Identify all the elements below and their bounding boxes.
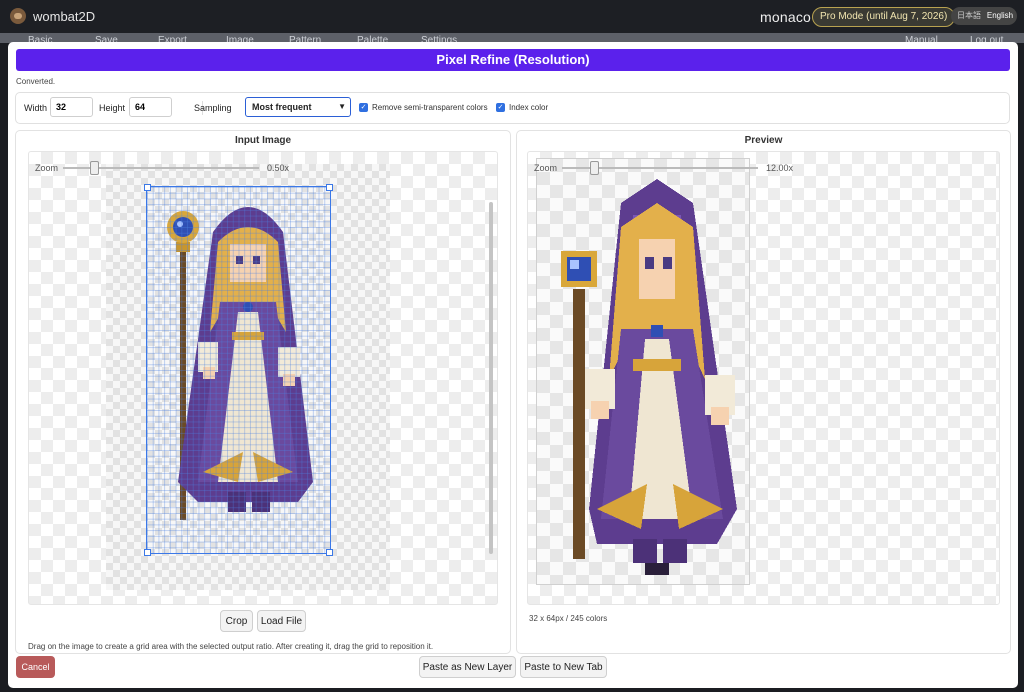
grid-handle-tr[interactable] [326, 184, 333, 191]
height-label: Height [99, 103, 126, 113]
grid-handle-bl[interactable] [144, 549, 151, 556]
input-image-panel: Input Image Zoom 0.50x Crop Load File Dr… [15, 130, 511, 654]
input-viewport[interactable]: Zoom 0.50x [28, 151, 498, 605]
grid-handle-br[interactable] [326, 549, 333, 556]
settings-bar: Width Height Sampling Most frequent ▼ ✓ … [15, 92, 1010, 124]
grid-handle-tl[interactable] [144, 184, 151, 191]
crop-button[interactable]: Crop [220, 610, 253, 632]
height-input[interactable] [129, 97, 172, 117]
check-icon: ✓ [497, 104, 504, 111]
paste-new-tab-button[interactable]: Paste to New Tab [520, 656, 607, 678]
preview-zoom-thumb[interactable] [590, 161, 599, 175]
remove-semi-label: Remove semi-transparent colors [372, 103, 488, 112]
hint-text: Drag on the image to create a grid area … [28, 642, 434, 651]
index-color-checkbox[interactable]: ✓ [496, 103, 505, 112]
sampling-label: Sampling [194, 103, 232, 113]
project-name: monaco [760, 9, 812, 25]
result-info: 32 x 64px / 245 colors [529, 614, 608, 623]
chevron-down-icon: ▼ [338, 102, 346, 111]
lang-en[interactable]: English [986, 7, 1014, 25]
status-text: Converted. [16, 77, 56, 86]
preview-title: Preview [744, 135, 783, 146]
dialog-title: Pixel Refine (Resolution) [16, 49, 1010, 71]
lang-ja[interactable]: 日本語 [957, 7, 981, 25]
preview-zoom-value: 12.00x [766, 163, 794, 173]
input-image-title: Input Image [234, 135, 292, 146]
cancel-button[interactable]: Cancel [16, 656, 55, 678]
input-image[interactable] [106, 164, 390, 590]
paste-new-layer-button[interactable]: Paste as New Layer [419, 656, 516, 678]
sampling-value: Most frequent [252, 102, 312, 112]
input-zoom-label: Zoom [35, 163, 59, 173]
input-zoom-value: 0.50x [267, 163, 290, 173]
preview-image [536, 158, 750, 585]
app-header: wombat2D monaco Pro Mode (until Aug 7, 2… [0, 0, 1024, 33]
check-icon: ✓ [360, 104, 367, 111]
wombat-icon [10, 8, 26, 24]
remove-semi-checkbox[interactable]: ✓ [359, 103, 368, 112]
width-label: Width [24, 103, 48, 113]
preview-panel: Preview Zoom 12.00x 32 x 64px / 245 colo… [516, 130, 1011, 654]
pro-mode-badge[interactable]: Pro Mode (until Aug 7, 2026) [812, 7, 956, 27]
input-zoom-thumb[interactable] [90, 161, 99, 175]
app-title: wombat2D [33, 9, 96, 24]
width-input[interactable] [50, 97, 93, 117]
input-scrollbar[interactable] [489, 202, 493, 554]
language-toggle[interactable]: 日本語 English [951, 7, 1017, 25]
pixel-refine-dialog: Pixel Refine (Resolution) Converted. Wid… [8, 42, 1018, 688]
preview-zoom-label: Zoom [534, 163, 558, 173]
preview-viewport[interactable]: Zoom 12.00x [527, 151, 1000, 605]
load-file-button[interactable]: Load File [257, 610, 306, 632]
sampling-select[interactable]: Most frequent ▼ [245, 97, 351, 117]
character-sprite-preview [537, 179, 749, 584]
crop-grid[interactable] [144, 184, 333, 556]
index-color-label: Index color [509, 103, 549, 112]
